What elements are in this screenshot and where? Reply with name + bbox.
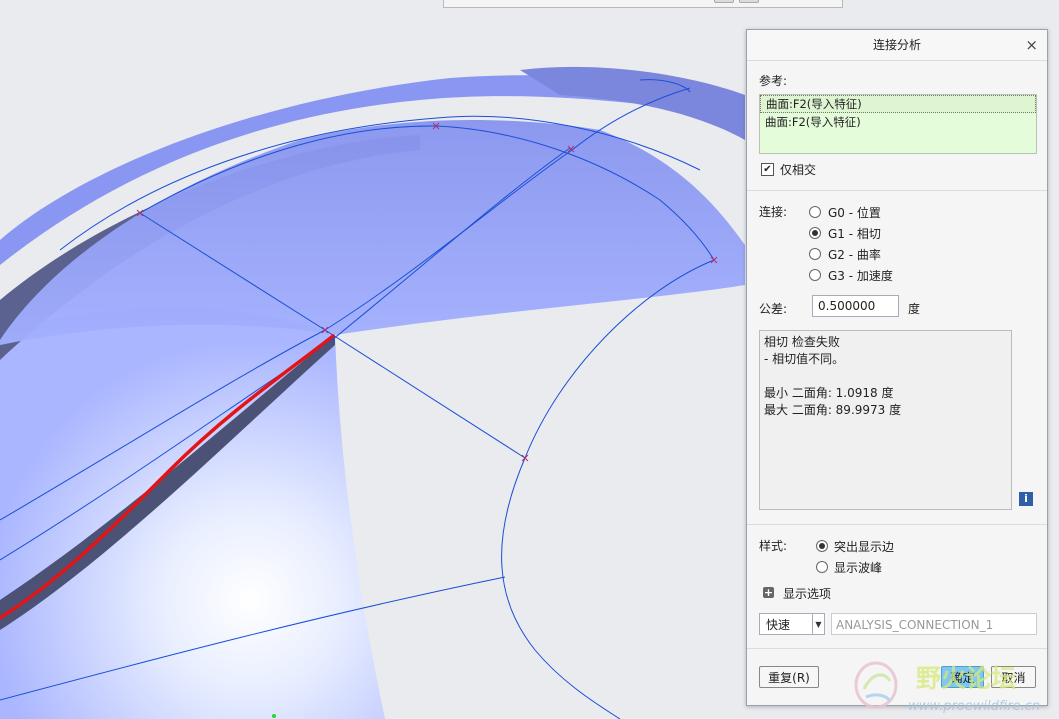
analysis-name-field[interactable]: ANALYSIS_CONNECTION_1 xyxy=(831,613,1037,635)
option-g3-label: G3 - 加速度 xyxy=(828,269,893,283)
option-g1-label: G1 - 相切 xyxy=(828,227,881,241)
connection-analysis-dialog: 连接分析 × 参考: 曲面:F2(导入特征) 曲面:F2(导入特征) ✔ 仅相交… xyxy=(746,29,1048,706)
divider xyxy=(747,648,1047,649)
dialog-title-bar: 连接分析 × xyxy=(747,30,1047,61)
radio-highlight-edge[interactable] xyxy=(816,540,828,552)
result-line: - 相切值不同。 xyxy=(764,352,845,366)
mode-select[interactable]: 快速 xyxy=(759,613,813,635)
option-g2-label: G2 - 曲率 xyxy=(828,248,881,262)
divider xyxy=(747,190,1047,191)
only-intersect-label: 仅相交 xyxy=(780,163,817,177)
display-options-label[interactable]: 显示选项 xyxy=(783,585,831,602)
result-line: 最小 二面角: 1.0918 度 xyxy=(764,386,894,400)
divider xyxy=(747,524,1047,525)
marker-x xyxy=(521,454,529,462)
style-highlight-edge-label: 突出显示边 xyxy=(834,540,895,554)
radio-g0[interactable] xyxy=(809,206,821,218)
reference-item[interactable]: 曲面:F2(导入特征) xyxy=(760,95,1036,113)
connection-label: 连接: xyxy=(759,205,788,219)
tolerance-label: 公差: xyxy=(759,302,788,316)
result-line xyxy=(764,368,1007,385)
only-intersect-checkbox[interactable]: ✔ xyxy=(761,163,774,176)
cancel-button[interactable]: 取消 xyxy=(991,666,1036,688)
surface-lower xyxy=(0,308,385,719)
surface-main xyxy=(0,120,745,345)
radio-g2[interactable] xyxy=(809,248,821,260)
origin-point xyxy=(272,714,276,718)
option-g0-label: G0 - 位置 xyxy=(828,206,881,220)
radio-show-peaks[interactable] xyxy=(816,561,828,573)
result-line: 最大 二面角: 89.9973 度 xyxy=(764,403,902,417)
chevron-down-icon[interactable]: ▼ xyxy=(813,613,825,635)
info-icon[interactable]: i xyxy=(1019,492,1033,506)
tolerance-input[interactable]: 0.500000 xyxy=(812,295,899,317)
expand-plus-icon[interactable]: + xyxy=(763,587,774,598)
repeat-button[interactable]: 重复(R) xyxy=(759,666,819,688)
radio-g1[interactable] xyxy=(809,227,821,239)
style-label: 样式: xyxy=(759,539,788,553)
result-line: 相切 检查失败 xyxy=(764,335,840,349)
result-text-area: 相切 检查失败 - 相切值不同。 最小 二面角: 1.0918 度 最大 二面角… xyxy=(759,330,1012,510)
reference-label: 参考: xyxy=(759,74,788,88)
toolbar-button[interactable] xyxy=(739,0,759,3)
toolbar-button[interactable] xyxy=(714,0,734,3)
top-toolbar xyxy=(443,0,843,8)
ok-button[interactable]: 确定 xyxy=(941,666,984,688)
style-show-peaks-label: 显示波峰 xyxy=(834,561,883,575)
reference-item[interactable]: 曲面:F2(导入特征) xyxy=(760,113,1036,131)
dialog-title: 连接分析 xyxy=(872,38,921,52)
tolerance-unit: 度 xyxy=(908,302,921,316)
curve-big-arc xyxy=(501,259,715,719)
close-icon[interactable]: × xyxy=(1025,30,1038,60)
reference-list[interactable]: 曲面:F2(导入特征) 曲面:F2(导入特征) xyxy=(759,94,1037,154)
radio-g3[interactable] xyxy=(809,269,821,281)
